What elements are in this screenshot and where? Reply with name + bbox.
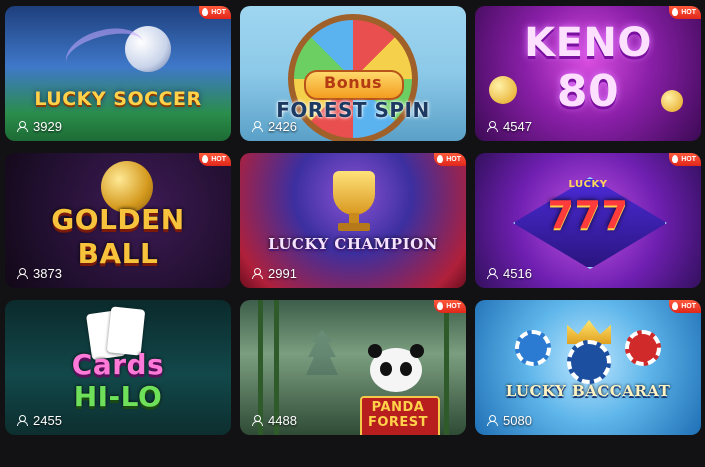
game-card-lucky-champion[interactable]: LUCKY CHAMPION HOT 2991 [240, 153, 466, 288]
hot-label: HOT [211, 9, 226, 16]
game-card-cards-hi-lo[interactable]: Cards HI-LO 2455 [5, 300, 231, 435]
user-icon [252, 268, 263, 279]
flame-icon [202, 8, 209, 16]
game-title-line1: GOLDEN [51, 203, 185, 236]
hot-badge: HOT [199, 6, 231, 19]
player-count-value: 3929 [33, 119, 62, 134]
hot-badge: HOT [434, 300, 466, 313]
game-title: LUCKY CHAMPION [268, 235, 438, 253]
casino-chip-icon [625, 330, 661, 366]
player-count-value: 3873 [33, 266, 62, 281]
game-title-line1: KENO [524, 20, 652, 66]
hot-badge: HOT [669, 300, 701, 313]
game-grid: LUCKY SOCCER HOT 3929 Bonus FOREST SPIN … [5, 6, 701, 435]
panda-ear [368, 344, 382, 358]
game-title-line2: 80 [556, 66, 620, 117]
flame-icon [437, 302, 444, 310]
game-title-top: LUCKY [568, 179, 608, 190]
game-title-line2: HI-LO [73, 380, 163, 413]
player-count: 2991 [252, 266, 297, 281]
player-count: 4488 [252, 413, 297, 428]
player-count: 4547 [487, 119, 532, 134]
game-title-line2: FOREST [367, 415, 429, 430]
flame-icon [672, 302, 679, 310]
player-count-value: 4488 [268, 413, 297, 428]
player-count: 4516 [487, 266, 532, 281]
panda-ear [410, 344, 424, 358]
player-count-value: 4516 [503, 266, 532, 281]
hot-label: HOT [446, 303, 461, 310]
game-title-line1: PANDA [371, 400, 425, 415]
game-card-golden-ball[interactable]: GOLDEN BALL HOT 3873 [5, 153, 231, 288]
user-icon [17, 415, 28, 426]
casino-chip-icon [515, 330, 551, 366]
game-card-bonus-forest-spin[interactable]: Bonus FOREST SPIN 2426 [240, 6, 466, 141]
player-count: 3873 [17, 266, 62, 281]
game-card-lucky-777[interactable]: LUCKY 777 HOT 4516 [475, 153, 701, 288]
player-count: 5080 [487, 413, 532, 428]
game-title-line1: Bonus [324, 73, 382, 92]
hot-label: HOT [681, 156, 696, 163]
hot-label: HOT [446, 156, 461, 163]
game-title: 777 [547, 193, 629, 237]
user-icon [252, 415, 263, 426]
player-count-value: 2991 [268, 266, 297, 281]
flame-icon [202, 155, 209, 163]
hot-label: HOT [211, 156, 226, 163]
player-count-value: 5080 [503, 413, 532, 428]
panda-eye [380, 362, 392, 376]
flame-icon [672, 8, 679, 16]
trophy-base [338, 223, 370, 231]
flame-icon [437, 155, 444, 163]
hot-label: HOT [681, 9, 696, 16]
user-icon [487, 121, 498, 132]
hot-badge: HOT [434, 153, 466, 166]
hot-label: HOT [681, 303, 696, 310]
player-count: 2455 [17, 413, 62, 428]
hot-badge: HOT [669, 6, 701, 19]
player-count-value: 4547 [503, 119, 532, 134]
flame-icon [672, 155, 679, 163]
pagoda-icon [306, 330, 338, 375]
game-title-line1: Cards [71, 348, 165, 381]
game-card-lucky-soccer[interactable]: LUCKY SOCCER HOT 3929 [5, 6, 231, 141]
player-count: 2426 [252, 119, 297, 134]
game-card-panda-forest[interactable]: PANDA FOREST HOT 4488 [240, 300, 466, 435]
trophy-icon [333, 171, 375, 215]
player-count: 3929 [17, 119, 62, 134]
player-count-value: 2455 [33, 413, 62, 428]
panda-eye [400, 362, 412, 376]
player-count-value: 2426 [268, 119, 297, 134]
game-title: LUCKY SOCCER [34, 88, 202, 110]
user-icon [487, 415, 498, 426]
hot-badge: HOT [669, 153, 701, 166]
user-icon [252, 121, 263, 132]
hot-badge: HOT [199, 153, 231, 166]
user-icon [17, 268, 28, 279]
casino-chip-icon [567, 340, 611, 384]
game-card-lucky-baccarat[interactable]: LUCKY BACCARAT HOT 5080 [475, 300, 701, 435]
game-card-keno-80[interactable]: KENO 80 HOT 4547 [475, 6, 701, 141]
user-icon [17, 121, 28, 132]
game-title: LUCKY BACCARAT [505, 382, 671, 400]
user-icon [487, 268, 498, 279]
